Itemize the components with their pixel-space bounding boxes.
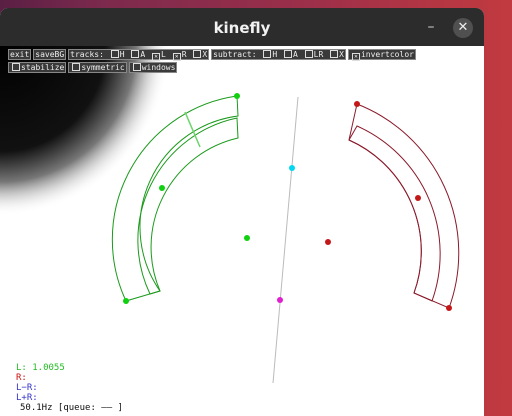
subtract-lr-label: LR	[313, 50, 324, 59]
windows-toggle[interactable]: windows	[128, 62, 178, 73]
track-l-checkbox[interactable]: ✕	[152, 53, 161, 61]
subtract-x-label: X	[339, 50, 344, 59]
abdomen-handle[interactable]	[277, 297, 283, 303]
minimize-button[interactable]: –	[424, 20, 438, 34]
exit-button[interactable]: exit	[8, 49, 32, 60]
toolbar: exit saveBG tracks: H A ✕ L ✕ R X subtract…	[8, 49, 464, 74]
right-wing-handle-top[interactable]	[354, 101, 360, 107]
invertcolor-label: invertcolor	[360, 50, 414, 59]
left-wing-handle-top[interactable]	[234, 93, 240, 99]
right-wing-handle-mid[interactable]	[415, 195, 421, 201]
tracks-label: tracks:	[70, 50, 104, 59]
track-r-checkbox[interactable]: ✕	[172, 53, 181, 61]
subtract-x-checkbox[interactable]	[330, 50, 339, 58]
track-x-label: X	[202, 50, 208, 59]
exit-label: exit	[10, 50, 30, 59]
tracks-group: tracks: H A ✕ L ✕ R X	[68, 49, 210, 61]
subtract-label: subtract:	[213, 50, 257, 59]
symmetric-checkbox[interactable]	[72, 63, 81, 71]
subtract-lr-checkbox[interactable]	[304, 50, 313, 58]
left-hinge-handle[interactable]	[244, 235, 250, 241]
right-wing-handle-bottom[interactable]	[446, 305, 452, 311]
subtract-group: subtract: H A LR X	[211, 49, 346, 60]
left-wing-handle-bottom[interactable]	[123, 298, 129, 304]
difference-readout: L−R:	[16, 383, 38, 393]
track-l-label: L	[161, 50, 166, 59]
right-angle-readout: R:	[16, 373, 27, 383]
head-handle[interactable]	[289, 165, 295, 171]
invertcolor-toggle[interactable]: ✕ invertcolor	[347, 49, 416, 61]
savebg-button[interactable]: saveBG	[33, 49, 67, 60]
savebg-label: saveBG	[35, 50, 65, 59]
window-title: kinefly	[213, 19, 271, 37]
invertcolor-checkbox[interactable]: ✕	[351, 53, 360, 61]
stabilize-checkbox[interactable]	[12, 63, 20, 71]
sum-readout: L+R:	[16, 393, 38, 403]
windows-checkbox[interactable]	[132, 63, 141, 71]
track-r-label: R	[181, 50, 187, 59]
track-a-label: A	[140, 50, 146, 59]
track-h-label: H	[119, 50, 125, 59]
left-wing-handle-mid[interactable]	[159, 185, 165, 191]
stabilize-toggle[interactable]: stabilize	[8, 62, 67, 73]
left-angle-readout: L: 1.0055	[16, 363, 65, 373]
track-a-checkbox[interactable]	[131, 50, 140, 58]
subtract-a-checkbox[interactable]	[284, 50, 293, 58]
framerate-readout: 50.1Hz [queue: —— ]	[20, 403, 123, 413]
track-x-checkbox[interactable]	[193, 50, 202, 58]
subtract-h-checkbox[interactable]	[263, 50, 272, 58]
video-canvas	[0, 46, 484, 416]
symmetric-label: symmetric	[81, 63, 125, 72]
title-bar: kinefly – ✕	[0, 8, 484, 46]
stabilize-label: stabilize	[21, 63, 65, 72]
close-button[interactable]: ✕	[453, 18, 473, 38]
windows-label: windows	[141, 63, 176, 72]
symmetric-toggle[interactable]: symmetric	[68, 62, 127, 73]
subtract-a-label: A	[293, 50, 298, 59]
track-h-checkbox[interactable]	[110, 50, 119, 58]
subtract-h-label: H	[272, 50, 278, 59]
right-hinge-handle[interactable]	[325, 239, 331, 245]
